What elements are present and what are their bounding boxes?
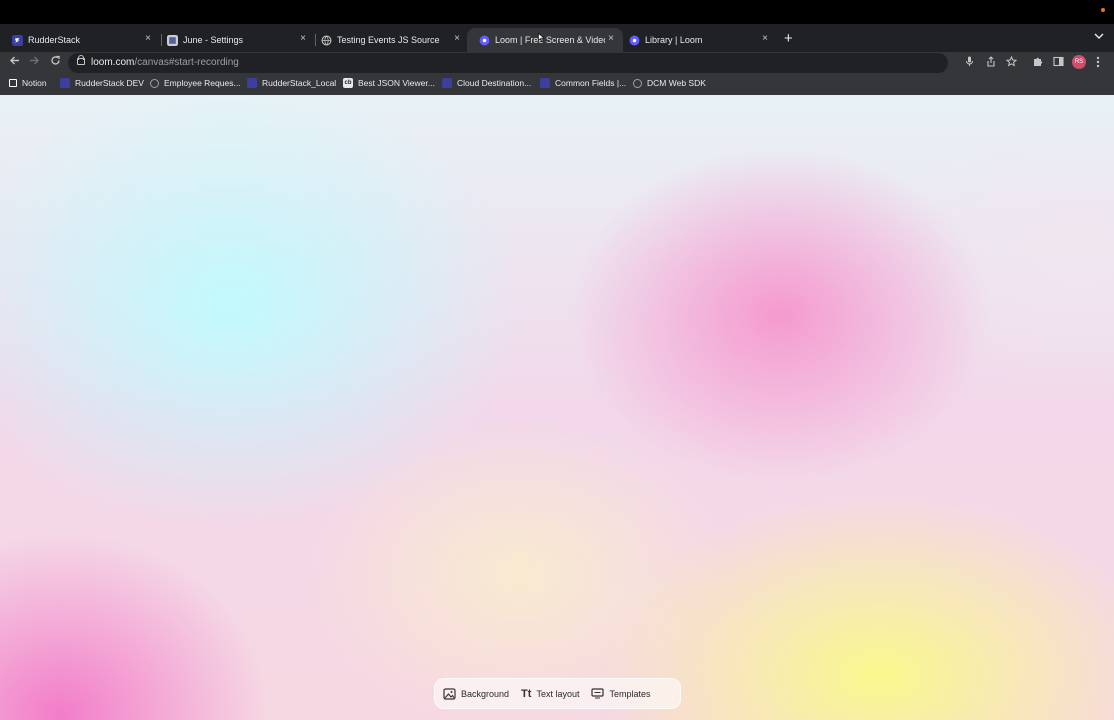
canvas-toolbar: Background Tt Text layout Templates — [434, 678, 681, 709]
templates-label: Templates — [609, 688, 651, 699]
back-arrow-icon — [10, 56, 19, 65]
url-path: /canvas#start-recording — [134, 57, 239, 68]
globe-icon — [150, 78, 159, 88]
back-button[interactable] — [9, 55, 20, 69]
tab-title: June - Settings — [183, 35, 244, 45]
close-tab-icon[interactable]: × — [142, 33, 154, 44]
bookmark-common-fields[interactable]: Common Fields |... — [540, 78, 626, 88]
loom-favicon-icon — [629, 35, 640, 45]
tab-testing-events[interactable]: Testing Events JS Source × — [309, 28, 469, 52]
tab-search-chevron-icon[interactable] — [1094, 32, 1104, 43]
tab-title: RudderStack — [28, 35, 81, 45]
tab-strip: RudderStack × June - Settings × Testing … — [0, 24, 1114, 52]
bookmark-employee-requests[interactable]: Employee Reques... — [150, 78, 241, 88]
address-bar[interactable]: loom.com/canvas#start-recording — [68, 53, 948, 73]
tab-loom-active[interactable]: Loom | Free Screen & Video Re × — [467, 28, 623, 52]
bookmark-label: Common Fields |... — [555, 78, 627, 88]
text-layout-button[interactable]: Tt Text layout — [521, 688, 579, 700]
tab-rudderstack[interactable]: RudderStack × — [0, 28, 160, 52]
bookmark-label: RudderStack_Local — [262, 78, 337, 88]
templates-button[interactable]: Templates — [591, 688, 651, 699]
tab-june-settings[interactable]: June - Settings × — [155, 28, 315, 52]
rudderstack-icon — [442, 78, 452, 88]
bookmark-cloud-destination[interactable]: Cloud Destination... — [442, 78, 531, 88]
url-text: loom.com/canvas#start-recording — [91, 57, 239, 68]
reload-button[interactable] — [50, 55, 61, 69]
monitor-icon — [591, 688, 605, 699]
tab-title: Testing Events JS Source — [337, 35, 440, 45]
mouse-cursor-icon — [538, 33, 544, 42]
code-beautify-icon: cb — [343, 78, 353, 88]
bookmark-best-json-viewer[interactable]: cb Best JSON Viewer... — [343, 78, 435, 88]
image-icon — [443, 687, 456, 700]
recording-indicator-icon — [1101, 8, 1105, 12]
browser-menu-icon[interactable] — [1096, 56, 1100, 71]
profile-avatar[interactable]: RS — [1072, 55, 1086, 69]
loom-canvas-background — [0, 95, 1114, 720]
bookmark-star-icon[interactable] — [1005, 55, 1018, 70]
globe-icon — [633, 78, 642, 88]
background-button[interactable]: Background — [443, 687, 510, 700]
microphone-icon[interactable] — [965, 56, 974, 70]
bookmark-label: Employee Reques... — [164, 78, 241, 88]
bookmark-notion[interactable]: Notion — [9, 78, 47, 88]
forward-arrow-icon — [30, 56, 39, 65]
rudderstack-favicon-icon — [12, 34, 23, 46]
close-tab-icon[interactable]: × — [605, 33, 617, 44]
background-label: Background — [461, 688, 510, 699]
bookmark-rudderstack-local[interactable]: RudderStack_Local — [247, 78, 336, 88]
bookmarks-bar: Notion RudderStack DEV Employee Reques..… — [0, 74, 1114, 96]
bookmark-label: DCM Web SDK — [647, 78, 706, 88]
extensions-puzzle-icon[interactable] — [1032, 56, 1043, 70]
close-tab-icon[interactable]: × — [759, 33, 771, 44]
close-tab-icon[interactable]: × — [451, 33, 463, 44]
bookmark-label: RudderStack DEV — [75, 78, 144, 88]
bookmark-dcm-web-sdk[interactable]: DCM Web SDK — [633, 78, 706, 88]
tab-title: Library | Loom — [645, 35, 703, 45]
browser-toolbar: loom.com/canvas#start-recording RS — [0, 52, 1114, 74]
system-top-bar — [0, 0, 1114, 24]
loom-favicon-icon — [479, 35, 490, 45]
lock-icon — [9, 79, 17, 87]
june-favicon-icon — [167, 34, 178, 46]
tab-title: Loom | Free Screen & Video Re — [495, 35, 605, 45]
rudderstack-icon — [247, 78, 257, 88]
forward-button[interactable] — [29, 55, 40, 69]
lock-icon — [77, 55, 85, 65]
rudderstack-icon — [60, 78, 70, 88]
bookmark-rudderstack-dev[interactable]: RudderStack DEV — [60, 78, 144, 88]
side-panel-icon[interactable] — [1053, 56, 1064, 70]
new-tab-button[interactable]: + — [784, 30, 793, 47]
text-layout-icon: Tt — [521, 687, 532, 700]
globe-favicon-icon — [321, 35, 332, 45]
bookmark-label: Notion — [22, 78, 47, 88]
reload-icon — [51, 55, 60, 65]
text-layout-label: Text layout — [536, 688, 580, 699]
close-tab-icon[interactable]: × — [297, 33, 309, 44]
url-host: loom.com — [91, 57, 135, 68]
bookmark-label: Cloud Destination... — [457, 78, 532, 88]
rudderstack-icon — [540, 78, 550, 88]
tab-library-loom[interactable]: Library | Loom × — [617, 28, 777, 52]
bookmark-label: Best JSON Viewer... — [358, 78, 435, 88]
share-icon[interactable] — [986, 56, 996, 70]
